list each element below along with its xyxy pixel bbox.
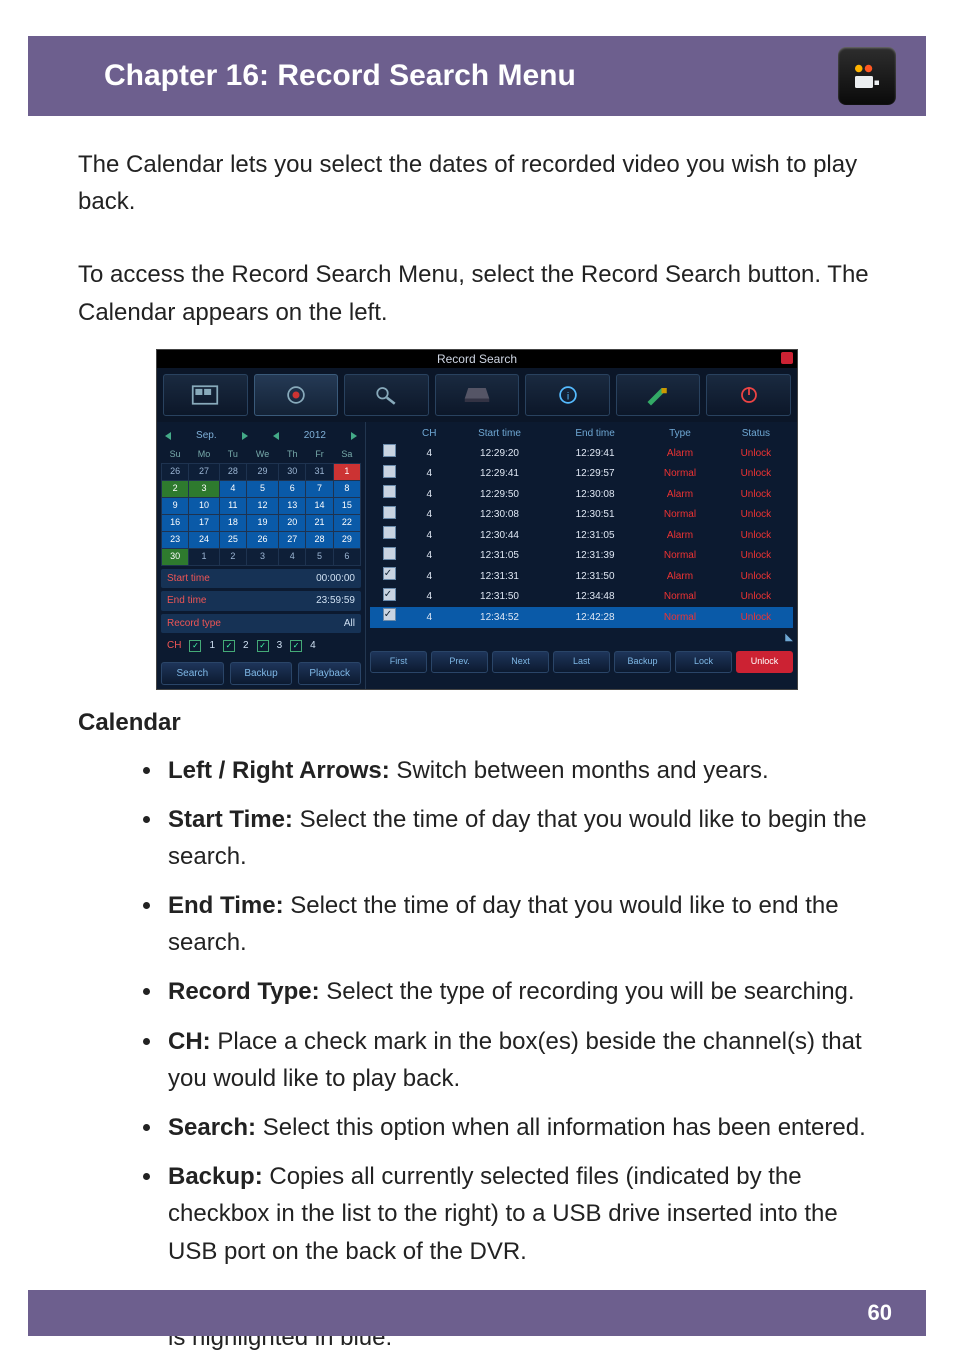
row-checkbox[interactable] bbox=[383, 465, 396, 478]
month-prev-icon[interactable] bbox=[165, 432, 171, 440]
backup-button[interactable]: Backup bbox=[230, 662, 293, 686]
record-menu-icon bbox=[838, 47, 896, 105]
feature-item: Search: Select this option when all info… bbox=[164, 1109, 876, 1146]
tab-display-icon[interactable] bbox=[163, 374, 248, 416]
scroll-icon[interactable]: ◣ bbox=[370, 630, 793, 646]
result-table: CHStart timeEnd timeTypeStatus412:29:201… bbox=[370, 424, 793, 628]
pager-prev[interactable]: Prev. bbox=[431, 651, 488, 673]
channel-checkbox[interactable]: ✓ bbox=[257, 640, 269, 652]
row-checkbox[interactable] bbox=[383, 506, 396, 519]
calendar-year: 2012 bbox=[304, 428, 326, 444]
channel-checkbox[interactable]: ✓ bbox=[189, 640, 201, 652]
pager-next[interactable]: Next bbox=[492, 651, 549, 673]
close-icon[interactable] bbox=[781, 352, 793, 364]
row-checkbox[interactable] bbox=[383, 485, 396, 498]
pager-backup[interactable]: Backup bbox=[614, 651, 671, 673]
record-search-screenshot: Record Search i Sep. bbox=[156, 349, 798, 691]
chapter-title: Chapter 16: Record Search Menu bbox=[48, 53, 576, 100]
record-type-field[interactable]: Record type All bbox=[161, 614, 361, 634]
channel-row: CH ✓1✓2✓3✓4 bbox=[161, 636, 361, 656]
channel-checkbox[interactable]: ✓ bbox=[290, 640, 302, 652]
calendar-subheading: Calendar bbox=[78, 704, 876, 741]
pager-last[interactable]: Last bbox=[553, 651, 610, 673]
row-checkbox[interactable] bbox=[383, 547, 396, 560]
search-button[interactable]: Search bbox=[161, 662, 224, 686]
intro-paragraph-1: The Calendar lets you select the dates o… bbox=[78, 146, 876, 220]
chapter-header: Chapter 16: Record Search Menu bbox=[28, 36, 926, 116]
year-next-icon[interactable] bbox=[351, 432, 357, 440]
feature-item: Backup: Copies all currently selected fi… bbox=[164, 1158, 876, 1270]
channel-checkbox[interactable]: ✓ bbox=[223, 640, 235, 652]
row-checkbox[interactable] bbox=[383, 588, 396, 601]
feature-item: Left / Right Arrows: Switch between mont… bbox=[164, 752, 876, 789]
window-title: Record Search bbox=[437, 352, 517, 366]
result-panel: CHStart timeEnd timeTypeStatus412:29:201… bbox=[366, 422, 797, 690]
calendar-grid[interactable]: SuMoTuWeThFrSa26272829303112345678910111… bbox=[161, 447, 361, 566]
toolbar-tabs: i bbox=[157, 368, 797, 422]
tab-tools-icon[interactable] bbox=[616, 374, 701, 416]
page-footer: 60 bbox=[28, 1290, 926, 1336]
svg-text:i: i bbox=[566, 390, 568, 402]
playback-button[interactable]: Playback bbox=[298, 662, 361, 686]
tab-record-icon[interactable] bbox=[254, 374, 339, 416]
month-next-icon[interactable] bbox=[242, 432, 248, 440]
feature-item: Record Type: Select the type of recordin… bbox=[164, 973, 876, 1010]
end-time-field[interactable]: End time 23:59:59 bbox=[161, 591, 361, 611]
feature-list: Left / Right Arrows: Switch between mont… bbox=[78, 752, 876, 1357]
feature-item: Start Time: Select the time of day that … bbox=[164, 801, 876, 875]
row-checkbox[interactable] bbox=[383, 567, 396, 580]
tab-drive-icon[interactable] bbox=[435, 374, 520, 416]
pager-first[interactable]: First bbox=[370, 651, 427, 673]
row-checkbox[interactable] bbox=[383, 526, 396, 539]
calendar-panel: Sep. 2012 SuMoTuWeThFrSa2627282930311234… bbox=[157, 422, 366, 690]
tab-search-icon[interactable] bbox=[344, 374, 429, 416]
pager-lock[interactable]: Lock bbox=[675, 651, 732, 673]
calendar-month: Sep. bbox=[196, 428, 217, 444]
intro-paragraph-2: To access the Record Search Menu, select… bbox=[78, 256, 876, 330]
feature-item: End Time: Select the time of day that yo… bbox=[164, 887, 876, 961]
feature-item: CH: Place a check mark in the box(es) be… bbox=[164, 1023, 876, 1097]
window-titlebar: Record Search bbox=[157, 350, 797, 368]
page-number: 60 bbox=[868, 1296, 892, 1330]
tab-power-icon[interactable] bbox=[706, 374, 791, 416]
pager-unlock[interactable]: Unlock bbox=[736, 651, 793, 673]
year-prev-icon[interactable] bbox=[273, 432, 279, 440]
start-time-field[interactable]: Start time 00:00:00 bbox=[161, 569, 361, 589]
row-checkbox[interactable] bbox=[383, 444, 396, 457]
tab-info-icon[interactable]: i bbox=[525, 374, 610, 416]
row-checkbox[interactable] bbox=[383, 608, 396, 621]
